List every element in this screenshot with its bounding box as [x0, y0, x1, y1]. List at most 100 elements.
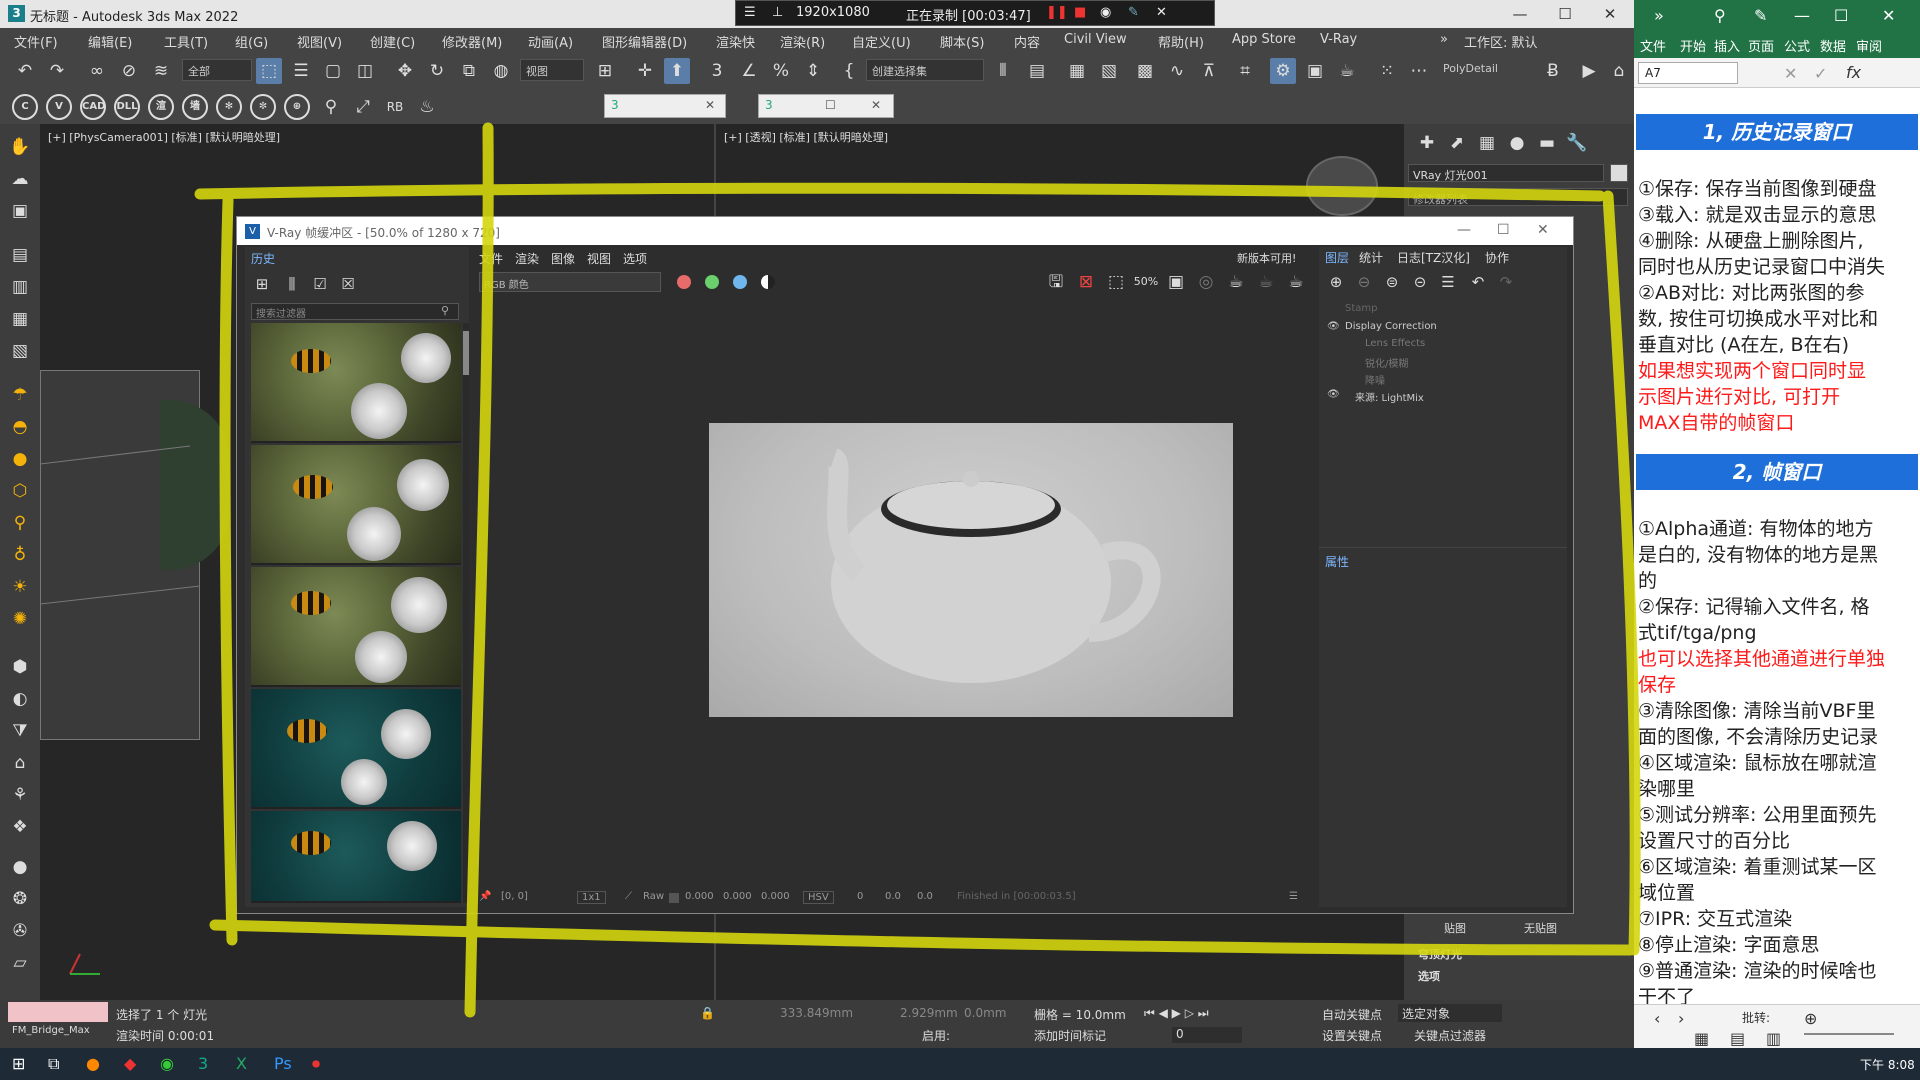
snap-3-icon[interactable]: 3 — [704, 58, 730, 84]
schematic-view-icon[interactable]: ⌗ — [1232, 58, 1258, 84]
display-tab-icon[interactable]: ▬ — [1534, 130, 1560, 156]
search-icon[interactable]: ⚲ — [1714, 6, 1726, 25]
remove-layer-icon[interactable]: ⊖ — [1351, 269, 1377, 295]
tool-7-icon[interactable]: ❖ — [7, 814, 33, 840]
material-ball-icon[interactable]: ● — [7, 854, 33, 880]
search-icon[interactable]: ⚲ — [441, 304, 449, 317]
section-title-history[interactable]: 1, 历史记录窗口 — [1636, 114, 1918, 150]
note-line[interactable]: ①保存: 保存当前图像到硬盘 — [1638, 176, 1918, 202]
rect-selection-icon[interactable]: ▢ — [320, 58, 346, 84]
load-layers-icon[interactable]: ⊝ — [1407, 269, 1433, 295]
add-time-tag[interactable]: 添加时间标记 — [1034, 1027, 1106, 1044]
layer-sharpen-blur[interactable]: 锐化/模糊 — [1365, 355, 1408, 371]
render-setup-icon[interactable]: ⚙ — [1270, 58, 1296, 84]
pin-icon[interactable]: ⊥ — [772, 5, 783, 20]
move-icon[interactable]: ✥ — [392, 58, 418, 84]
vfb-menu-view[interactable]: 视图 — [587, 250, 611, 267]
note-line[interactable]: 是白的, 没有物体的地方是黑 — [1638, 542, 1918, 568]
menu-content[interactable]: 内容 — [1014, 32, 1040, 51]
y-coord[interactable]: 2.929mm — [900, 1006, 958, 1020]
note-line[interactable]: 设置尺寸的百分比 — [1638, 828, 1918, 854]
channel-dropdown[interactable]: RGB 颜色 — [479, 272, 661, 292]
auto-key-button[interactable]: 自动关键点 — [1322, 1006, 1382, 1023]
page-layout-icon[interactable]: ▤ — [1730, 1029, 1745, 1048]
app-icon[interactable]: ◆ — [124, 1054, 136, 1073]
link-icon[interactable]: ∞ — [84, 58, 110, 84]
scene-explorer-icon[interactable]: ▦ — [1064, 58, 1090, 84]
dope-sheet-icon[interactable]: ⊼ — [1196, 58, 1222, 84]
grass-icon[interactable]: ⚘ — [7, 782, 33, 808]
menu-render-fast[interactable]: 渲染快 — [716, 32, 755, 51]
pause-icon[interactable]: ❚❚ — [1046, 5, 1068, 20]
menu-graph-editors[interactable]: 图形编辑器(D) — [602, 32, 687, 51]
note-line[interactable]: ②保存: 记得输入文件名, 格 — [1638, 594, 1918, 620]
frame-field[interactable]: 0 — [1172, 1027, 1242, 1043]
c-plugin-icon[interactable]: C — [12, 94, 38, 120]
scale-icon[interactable]: ⧉ — [456, 58, 482, 84]
alpha-channel-icon[interactable] — [761, 275, 775, 289]
prev-sheet-icon[interactable]: ‹ — [1654, 1009, 1660, 1028]
cn-plugin-1-icon[interactable]: 渲 — [148, 94, 174, 120]
chevron-right-icon[interactable]: » — [1440, 32, 1448, 47]
polydetail-label[interactable]: PolyDetail — [1438, 59, 1518, 81]
object-color-swatch[interactable] — [1610, 164, 1628, 182]
note-line[interactable]: 示图片进行对比, 可打开 — [1638, 384, 1918, 410]
tool-8-icon[interactable]: ▱ — [7, 950, 33, 976]
name-box[interactable]: A7 — [1638, 62, 1738, 84]
xl-menu-data[interactable]: 数据 — [1820, 36, 1846, 55]
camera-icon[interactable]: ▣ — [7, 198, 33, 224]
zoom-slider[interactable] — [1804, 1033, 1894, 1035]
ipr-icon[interactable]: ◎ — [1193, 269, 1219, 295]
menu-animation[interactable]: 动画(A) — [528, 32, 573, 51]
motion-tab-icon[interactable]: ● — [1504, 130, 1530, 156]
omni-light-icon[interactable]: ♁ — [7, 542, 33, 568]
key-selection-dropdown[interactable]: 选定对象 — [1398, 1004, 1502, 1022]
history-item[interactable] — [251, 811, 461, 903]
maximize-icon[interactable]: ☐ — [825, 98, 836, 112]
redo-icon[interactable]: ↷ — [1493, 269, 1519, 295]
cn-plugin-2-icon[interactable]: 墙 — [182, 94, 208, 120]
tool-1-icon[interactable]: ▤ — [7, 242, 33, 268]
ies-light-icon[interactable]: ⬡ — [7, 478, 33, 504]
menu-customize[interactable]: 自定义(U) — [852, 32, 911, 51]
tab-collab[interactable]: 协作 — [1485, 249, 1509, 266]
palette-icon[interactable]: ✇ — [7, 918, 33, 944]
lock-icon[interactable]: 🔒 — [700, 1006, 715, 1020]
history-tab[interactable]: 历史 — [245, 247, 469, 267]
script-b-icon[interactable]: Ƀ — [1540, 58, 1566, 84]
menu-rendering[interactable]: 渲染(R) — [780, 32, 825, 51]
note-line[interactable]: ⑨普通渲染: 渲染的时候啥也 — [1638, 958, 1918, 984]
menu-civil-view[interactable]: Civil View — [1064, 32, 1127, 47]
history-item[interactable] — [251, 445, 461, 565]
gear-plugin-2-icon[interactable]: ✼ — [250, 94, 276, 120]
color-picker-icon[interactable]: ⟋ — [625, 891, 632, 902]
excel-task-icon[interactable]: X — [236, 1054, 247, 1073]
undo-icon[interactable]: ↶ — [1465, 269, 1491, 295]
spinner-snap-icon[interactable]: ⇕ — [800, 58, 826, 84]
maximize-button[interactable]: ☐ — [1545, 2, 1585, 26]
render-icon[interactable]: ☕ — [1283, 269, 1309, 295]
page-break-icon[interactable]: ▥ — [1766, 1029, 1781, 1048]
menu-create[interactable]: 创建(C) — [370, 32, 415, 51]
firefox-icon[interactable]: ● — [86, 1054, 100, 1073]
workspace-selector[interactable]: 工作区: 默认 — [1464, 32, 1538, 51]
search-plugin-icon[interactable]: ⚲ — [318, 94, 344, 120]
note-line[interactable]: ①Alpha通道: 有物体的地方 — [1638, 516, 1918, 542]
modifier-list-dropdown[interactable]: 修改器列表 — [1408, 188, 1628, 206]
menu-icon[interactable]: ☰ — [744, 5, 756, 20]
note-line[interactable]: 同时也从历史记录窗口中消失 — [1638, 254, 1918, 280]
wechat-icon[interactable]: ◉ — [160, 1054, 174, 1073]
chain-icon[interactable]: ⋯ — [1406, 58, 1432, 84]
edit-named-sel-icon[interactable]: { — [836, 58, 862, 84]
note-line[interactable]: ④区域渲染: 鼠标放在哪就渲 — [1638, 750, 1918, 776]
layer-denoise[interactable]: 降噪 — [1365, 372, 1385, 388]
xl-menu-formula[interactable]: 公式 — [1784, 36, 1810, 55]
stop-icon[interactable]: ■ — [1074, 5, 1086, 20]
pan-icon[interactable]: ☁ — [7, 166, 33, 192]
create-tab-icon[interactable]: ✚ — [1414, 130, 1440, 156]
cancel-icon[interactable]: ✕ — [1784, 64, 1797, 83]
close-icon[interactable]: ✕ — [871, 98, 881, 112]
ref-coord-dropdown[interactable]: 视图 — [520, 59, 584, 81]
place-icon[interactable]: ◍ — [488, 58, 514, 84]
taskview-icon[interactable]: ⧉ — [48, 1054, 59, 1074]
